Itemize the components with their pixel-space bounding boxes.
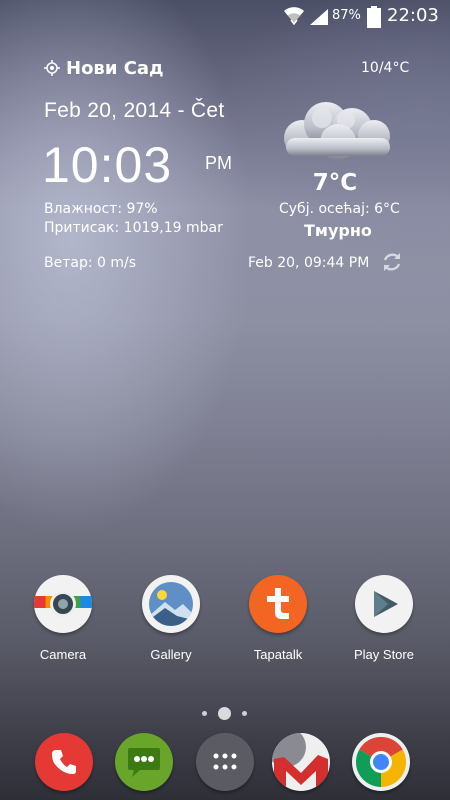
current-temperature: 7°C <box>312 170 358 196</box>
app-label: Camera <box>39 647 87 662</box>
weather-condition: Тмурно <box>304 221 372 240</box>
feels-like: Субј. осећај: 6°C <box>279 201 400 217</box>
app-label: Gallery <box>150 647 192 662</box>
last-updated: Feb 20, 09:44 PM <box>248 255 370 271</box>
messaging-icon[interactable] <box>115 733 173 791</box>
signal-icon <box>310 9 328 25</box>
wifi-icon <box>284 7 304 25</box>
play-store-icon <box>355 575 413 633</box>
refresh-icon[interactable] <box>381 251 403 273</box>
app-label: Tapatalk <box>253 647 303 662</box>
app-gallery[interactable]: Gallery <box>131 575 211 662</box>
battery-icon <box>367 6 381 28</box>
app-tapatalk[interactable]: Tapatalk <box>238 575 318 662</box>
page-dot[interactable] <box>242 711 247 716</box>
location-name[interactable]: Нови Сад <box>66 58 164 79</box>
app-play-store[interactable]: Play Store <box>344 575 424 662</box>
cloud-icon <box>284 102 390 160</box>
app-camera[interactable]: Camera <box>23 575 103 662</box>
phone-icon[interactable] <box>35 733 93 791</box>
camera-icon <box>34 575 92 633</box>
widget-time[interactable]: 10:03 <box>42 136 172 194</box>
email-icon[interactable] <box>272 733 330 791</box>
battery-percent: 87% <box>332 8 361 23</box>
page-dot[interactable] <box>202 711 207 716</box>
app-drawer-icon[interactable] <box>196 733 254 791</box>
page-dot-current[interactable] <box>218 707 231 720</box>
status-clock: 22:03 <box>387 5 439 26</box>
app-label: Play Store <box>354 647 414 662</box>
widget-ampm: PM <box>205 153 232 173</box>
status-bar: 87% 22:03 <box>0 0 450 32</box>
tapatalk-icon <box>249 575 307 633</box>
location-icon <box>44 60 60 76</box>
hi-lo-temperature: 10/4°C <box>361 60 410 76</box>
humidity: Влажност: 97% <box>44 201 158 217</box>
wind: Ветар: 0 m/s <box>44 255 137 271</box>
chrome-icon[interactable] <box>352 733 410 791</box>
pressure: Притисак: 1019,19 mbar <box>44 220 223 236</box>
gallery-icon <box>142 575 200 633</box>
date-line: Feb 20, 2014 - Čet <box>44 99 225 122</box>
